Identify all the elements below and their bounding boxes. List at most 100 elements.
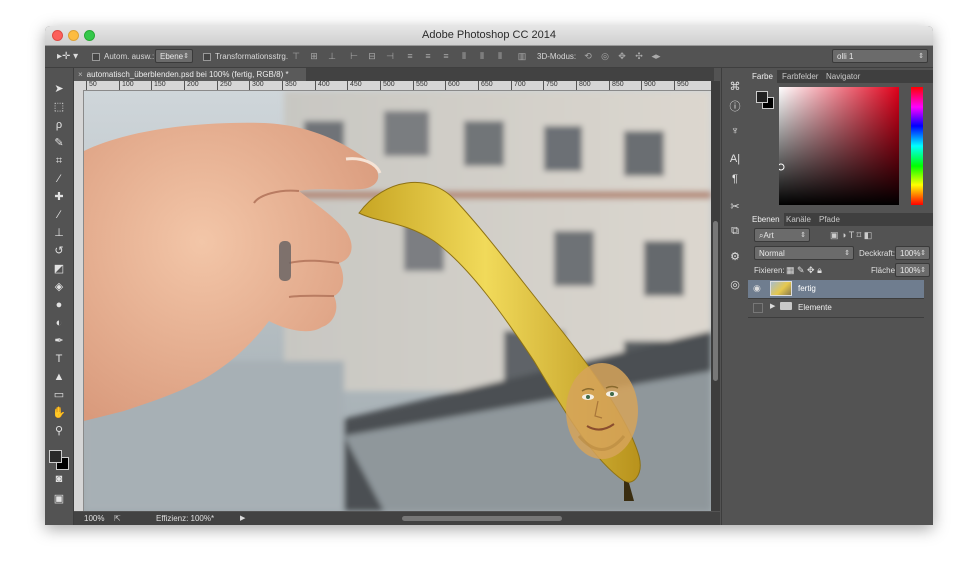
vertical-ruler[interactable]	[74, 90, 84, 511]
clone-stamp-tool-icon[interactable]: ⊥	[52, 226, 66, 240]
auto-select-dropdown[interactable]: Ebene	[155, 49, 193, 64]
hue-slider[interactable]	[911, 87, 923, 205]
visibility-toggle-empty[interactable]	[753, 303, 763, 313]
distribute-bottom-icon[interactable]: ≡	[441, 51, 451, 61]
auto-select-option[interactable]: Autom. ausw.:	[92, 46, 154, 67]
history-brush-tool-icon[interactable]: ↺	[52, 244, 66, 258]
align-right-icon[interactable]: ⊣	[385, 51, 395, 61]
drag-3d-icon[interactable]: ✥	[617, 51, 627, 61]
align-left-icon[interactable]: ⊢	[349, 51, 359, 61]
document-tab[interactable]: × automatisch_überblenden.psd bei 100% (f…	[74, 68, 306, 81]
ruler-label: 50	[86, 81, 97, 90]
adjustments-panel-icon[interactable]: ⧉	[728, 224, 742, 238]
rectangle-tool-icon[interactable]: ▭	[52, 388, 66, 402]
brush-presets-panel-icon[interactable]: ♆	[728, 124, 742, 138]
distribute-right-icon[interactable]: ⫴	[495, 51, 505, 61]
color-panel-tabs: Farbe Farbfelder Navigator	[748, 70, 933, 83]
screen-mode-icon[interactable]: ▣	[52, 492, 66, 506]
tab-pfade[interactable]: Pfade	[815, 213, 844, 226]
photo-hand-holding-banana	[84, 91, 711, 511]
vertical-scrollbar[interactable]	[711, 81, 720, 511]
zoom-tool-icon[interactable]: ⚲	[52, 424, 66, 438]
crop-tool-icon[interactable]: ⌗	[52, 154, 66, 168]
ruler-label: 450	[347, 81, 362, 90]
ruler-label: 950	[674, 81, 689, 90]
expand-arrow-icon[interactable]: ▶	[770, 302, 775, 310]
layer-filter-dropdown[interactable]: ⌕Art	[754, 228, 810, 243]
blend-mode-dropdown[interactable]: Normal	[754, 246, 854, 261]
ruler-label: 850	[609, 81, 624, 90]
info-panel-icon[interactable]: ⓘ	[728, 100, 742, 114]
rotate-3d-icon[interactable]: ⟲	[583, 51, 593, 61]
align-bottom-icon[interactable]: ⊥	[327, 51, 337, 61]
tab-farbe[interactable]: Farbe	[748, 70, 777, 83]
properties-panel-icon[interactable]: ⚙	[728, 250, 742, 264]
ruler-label: 250	[217, 81, 232, 90]
paragraph-panel-icon[interactable]: ¶	[728, 172, 742, 186]
auto-select-checkbox[interactable]	[92, 52, 100, 61]
opacity-field[interactable]: 100%	[895, 246, 930, 261]
ruler-label: 150	[151, 81, 166, 90]
layer-filter-value: Art	[763, 231, 774, 240]
eyedropper-tool-icon[interactable]: ⁄	[52, 172, 66, 186]
foreground-color-chip[interactable]	[756, 91, 768, 103]
align-hcenter-icon[interactable]: ⊟	[367, 51, 377, 61]
distribute-top-icon[interactable]: ≡	[405, 51, 415, 61]
pen-tool-icon[interactable]: ✒	[52, 334, 66, 348]
transform-controls-checkbox[interactable]	[203, 52, 211, 61]
channels-panel-icon[interactable]: ◎	[728, 278, 742, 292]
tab-kanaele[interactable]: Kanäle	[782, 213, 815, 226]
lock-icons[interactable]: ▦ ✎ ✥ 🔒︎	[786, 265, 822, 276]
roll-3d-icon[interactable]: ◎	[600, 51, 610, 61]
distribute-vcenter-icon[interactable]: ≡	[423, 51, 433, 61]
horizontal-scroll-thumb[interactable]	[402, 516, 562, 521]
move-tool-preset-icon[interactable]: ▸✛ ▾	[57, 46, 78, 67]
align-vcenter-icon[interactable]: ⊞	[309, 51, 319, 61]
distribute-left-icon[interactable]: ⫴	[459, 51, 469, 61]
move-tool-icon[interactable]: ➤	[52, 82, 66, 96]
zoom-level[interactable]: 100%	[84, 512, 104, 525]
character-panel-icon[interactable]: A|	[728, 152, 742, 166]
visibility-eye-icon[interactable]: ◉	[753, 283, 761, 294]
tools-panel-icon[interactable]: ✂	[728, 200, 742, 214]
auto-align-icon[interactable]: ▥	[517, 51, 527, 61]
fill-field[interactable]: 100%	[895, 263, 930, 278]
align-top-icon[interactable]: ⊤	[291, 51, 301, 61]
eraser-tool-icon[interactable]: ◩	[52, 262, 66, 276]
gradient-tool-icon[interactable]: ◈	[52, 280, 66, 294]
foreground-color-swatch[interactable]	[49, 450, 62, 463]
layer-filter-icons[interactable]: ▣ ◑ T ⌑ ◧	[830, 230, 930, 241]
quick-mask-icon[interactable]: ◙	[52, 472, 66, 486]
slide-3d-icon[interactable]: ✣	[634, 51, 644, 61]
transform-controls-option[interactable]: Transformationsstrg.	[203, 46, 288, 67]
efficiency-readout: Effizienz: 100%*	[156, 514, 215, 523]
layer-row-fertig[interactable]: ◉ fertig	[748, 280, 924, 299]
tab-farbfelder[interactable]: Farbfelder	[778, 70, 822, 83]
type-tool-icon[interactable]: T	[52, 352, 66, 366]
blur-tool-icon[interactable]: ●	[52, 298, 66, 312]
layer-name: fertig	[798, 284, 816, 293]
hand-tool-icon[interactable]: ✋	[52, 406, 66, 420]
tab-ebenen[interactable]: Ebenen	[748, 213, 784, 226]
distribute-hcenter-icon[interactable]: ⫴	[477, 51, 487, 61]
workspace-dropdown[interactable]: olli 1	[832, 49, 928, 64]
dodge-tool-icon[interactable]: ◐	[52, 316, 66, 330]
quick-selection-tool-icon[interactable]: ✎	[52, 136, 66, 150]
options-bar: ▸✛ ▾ Autom. ausw.: Ebene Transformations…	[45, 46, 933, 68]
export-icon[interactable]: ⇱	[114, 512, 121, 525]
lasso-tool-icon[interactable]: ρ	[52, 118, 66, 132]
history-panel-icon[interactable]: ⌘	[728, 80, 742, 94]
color-field[interactable]	[777, 87, 899, 205]
horizontal-ruler[interactable]: 50 100 150 200 250 300 350 400 450 500 550 600 650 70…	[74, 81, 711, 91]
close-tab-icon[interactable]: ×	[78, 70, 83, 79]
layer-row-elemente[interactable]: ▶ Elemente	[748, 299, 924, 318]
healing-brush-tool-icon[interactable]: ✚	[52, 190, 66, 204]
tab-navigator[interactable]: Navigator	[822, 70, 864, 83]
marquee-tool-icon[interactable]: ⬚	[52, 100, 66, 114]
status-menu-arrow-icon[interactable]: ▶	[240, 512, 245, 525]
vertical-scroll-thumb[interactable]	[713, 221, 718, 381]
brush-tool-icon[interactable]: ∕	[52, 208, 66, 222]
scale-3d-icon[interactable]: ◂▸	[651, 51, 661, 61]
document-canvas[interactable]	[84, 91, 711, 511]
path-selection-tool-icon[interactable]: ▲	[52, 370, 66, 384]
